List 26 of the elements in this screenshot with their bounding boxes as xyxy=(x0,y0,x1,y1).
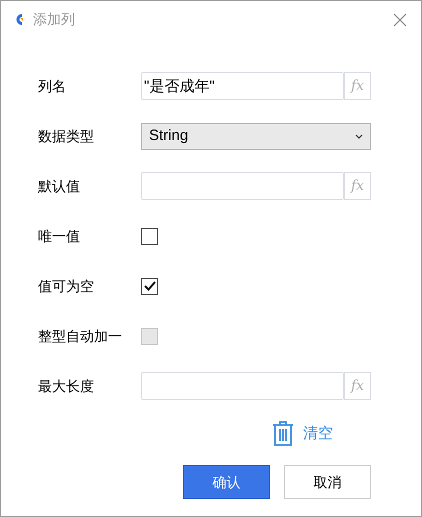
checkmark-icon xyxy=(144,281,156,291)
clear-button[interactable]: 清空 xyxy=(272,421,333,447)
close-button[interactable] xyxy=(393,12,407,26)
text-field[interactable] xyxy=(141,372,344,400)
chevron-down-icon xyxy=(355,134,363,138)
formula-button[interactable]: fx xyxy=(344,172,371,200)
field-label: 唯一值 xyxy=(38,226,81,246)
field-label: 数据类型 xyxy=(38,126,95,146)
field-label: 最大长度 xyxy=(38,376,95,396)
formula-button[interactable]: fx xyxy=(344,72,371,100)
app-logo-icon xyxy=(15,13,23,26)
checkbox[interactable] xyxy=(141,228,158,244)
formula-button[interactable]: fx xyxy=(344,372,371,400)
window-title: 添加列 xyxy=(33,10,75,29)
type-dropdown[interactable]: String xyxy=(141,122,371,150)
close-icon xyxy=(393,12,407,26)
cancel-button[interactable]: 取消 xyxy=(284,465,371,499)
confirm-button[interactable]: 确认 xyxy=(183,465,270,499)
field-label: 列名 xyxy=(38,76,67,96)
checkbox[interactable] xyxy=(141,278,158,294)
text-field[interactable] xyxy=(141,172,344,200)
field-label: 值可为空 xyxy=(38,276,95,296)
field-label: 整型自动加一 xyxy=(38,326,123,346)
text-field[interactable]: "是否成年" xyxy=(141,72,344,100)
trash-icon xyxy=(272,421,294,447)
field-label: 默认值 xyxy=(38,176,81,196)
